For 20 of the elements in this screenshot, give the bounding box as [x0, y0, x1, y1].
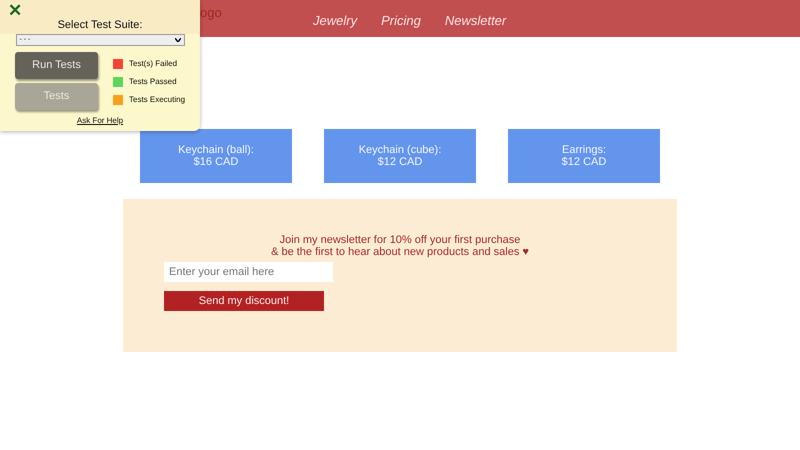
legend-label: Test(s) Failed — [129, 58, 178, 70]
close-button[interactable]: ✕ — [8, 2, 22, 19]
send-discount-button[interactable]: Send my discount! — [164, 291, 324, 312]
test-button[interactable]: Run Tests — [15, 52, 98, 79]
email-input[interactable]: Enter your email here — [164, 262, 333, 282]
product-name: Keychain (ball): — [178, 144, 254, 156]
legend-label: Tests Executing — [129, 94, 186, 106]
legend-label: Tests Passed — [129, 76, 177, 88]
nav-link-item[interactable]: Jewelry — [313, 11, 358, 37]
panel-title: Select Test Suite: — [56, 18, 144, 33]
product-price: $12 CAD — [562, 156, 606, 168]
product-name: Earrings: — [562, 144, 606, 156]
nav-link-item[interactable]: Pricing — [381, 11, 421, 37]
nav-link-item[interactable]: Newsletter — [444, 11, 506, 37]
help-link[interactable]: Ask For Help — [76, 116, 124, 125]
newsletter-text: Join my newsletter for 10% off your first purchase & be the first to hear about new products and sales ♥ — [270, 234, 530, 258]
product-name: Keychain (cube): — [358, 144, 442, 156]
product-price: $16 CAD — [194, 156, 238, 168]
product-price: $12 CAD — [378, 156, 422, 168]
chevron-icon — [174, 38, 180, 42]
